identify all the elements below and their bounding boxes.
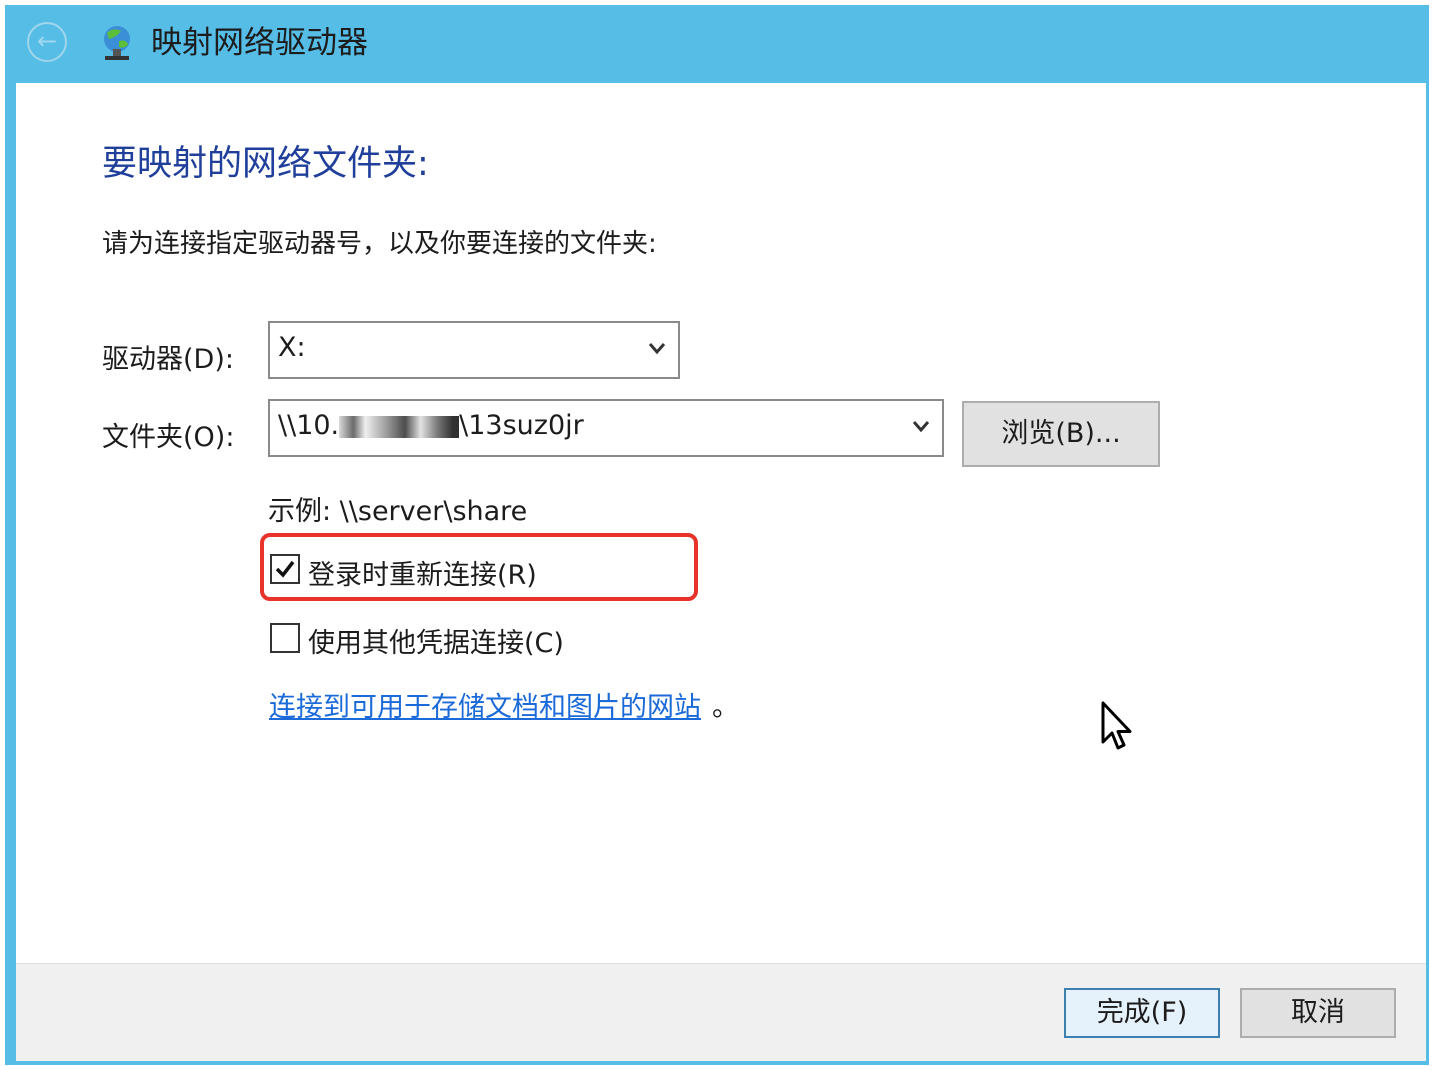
checkmark-icon (275, 560, 295, 578)
folder-value-suffix: \13suz0jr (459, 410, 584, 441)
other-credentials-checkbox[interactable] (270, 623, 300, 653)
chevron-down-icon (648, 343, 666, 355)
browse-button[interactable]: 浏览(B)... (962, 401, 1160, 467)
link-period: 。 (712, 692, 739, 723)
window-title: 映射网络驱动器 (151, 25, 368, 61)
mouse-cursor-icon (1101, 701, 1132, 750)
title-bar: ← 映射网络驱动器 (5, 5, 1429, 83)
drive-value: X: (278, 332, 306, 363)
folder-label: 文件夹(O): (102, 422, 235, 453)
connect-website-link[interactable]: 连接到可用于存储文档和图片的网站 (269, 685, 701, 724)
cancel-button[interactable]: 取消 (1240, 988, 1396, 1038)
drive-label: 驱动器(D): (102, 344, 234, 375)
back-arrow-icon[interactable]: ← (27, 22, 67, 62)
network-drive-icon (104, 26, 130, 60)
other-credentials-label[interactable]: 使用其他凭据连接(C) (308, 621, 564, 660)
reconnect-checkbox[interactable] (270, 554, 300, 584)
page-heading: 要映射的网络文件夹: (102, 144, 429, 184)
chevron-down-icon (912, 421, 930, 433)
wizard-footer: 完成(F) 取消 (16, 963, 1426, 1061)
map-network-drive-window: ← 映射网络驱动器 要映射的网络文件夹: 请为连接指定驱动器号，以及你要连接的文… (5, 5, 1429, 1065)
instruction-text: 请为连接指定驱动器号，以及你要连接的文件夹: (102, 229, 657, 259)
drive-select[interactable]: X: (268, 321, 680, 379)
folder-value: \\10. \13suz0jr (278, 410, 584, 441)
finish-button[interactable]: 完成(F) (1064, 988, 1220, 1038)
folder-value-prefix: \\10. (278, 410, 340, 441)
example-text: 示例: \\server\share (268, 496, 528, 527)
wizard-content: 要映射的网络文件夹: 请为连接指定驱动器号，以及你要连接的文件夹: 驱动器(D)… (16, 83, 1426, 963)
folder-combobox[interactable]: \\10. \13suz0jr (268, 399, 944, 457)
redacted-ip (339, 415, 460, 438)
reconnect-label[interactable]: 登录时重新连接(R) (308, 553, 537, 592)
